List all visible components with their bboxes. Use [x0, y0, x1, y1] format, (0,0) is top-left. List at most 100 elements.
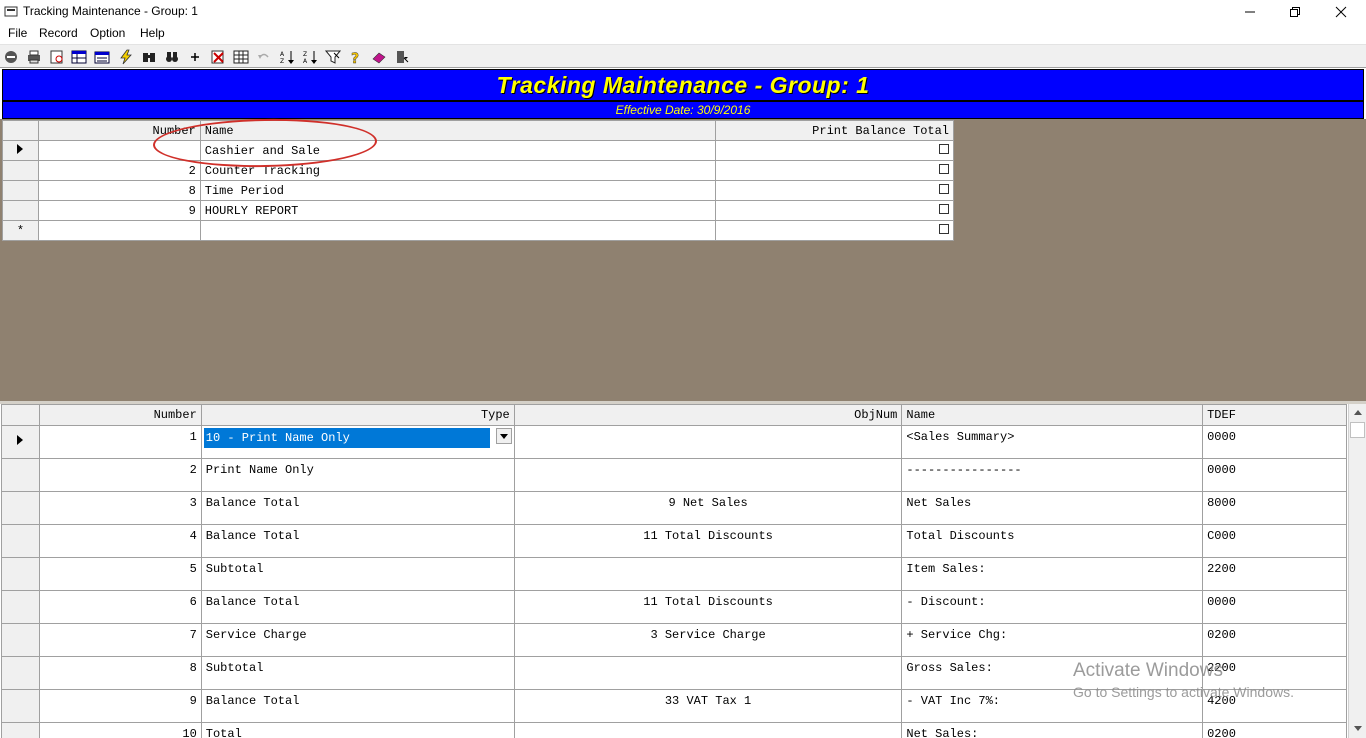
row-selector[interactable]: [1, 491, 40, 525]
table-row[interactable]: Cashier and Sale: [2, 140, 954, 161]
binoculars-icon[interactable]: [163, 48, 181, 66]
menu-help[interactable]: Help: [140, 26, 165, 40]
row-selector[interactable]: [1, 524, 40, 558]
cell-tdef[interactable]: 2200: [1202, 557, 1347, 591]
cell-objnum[interactable]: [513, 557, 903, 591]
table-row[interactable]: 3 Balance Total 9 Net Sales Net Sales 80…: [1, 491, 1347, 525]
column-header-name[interactable]: Name: [199, 120, 717, 141]
cell-type[interactable]: Balance Total: [200, 524, 515, 558]
cell-tdef[interactable]: 8000: [1202, 491, 1347, 525]
column-header-print-balance-total[interactable]: Print Balance Total: [715, 120, 954, 141]
cell-print-balance-total[interactable]: [715, 200, 954, 221]
find-icon[interactable]: [140, 48, 158, 66]
cell-type[interactable]: Balance Total: [200, 689, 515, 723]
menu-file[interactable]: File: [8, 26, 27, 40]
row-selector[interactable]: [1, 458, 40, 492]
cell-objnum[interactable]: 33 VAT Tax 1: [513, 689, 903, 723]
cell-tdef[interactable]: C000: [1202, 524, 1347, 558]
cell-number[interactable]: 8: [38, 656, 202, 690]
cell-name[interactable]: Cashier and Sale: [199, 140, 717, 161]
cell-print-balance-total[interactable]: [715, 160, 954, 181]
undo-icon[interactable]: [255, 48, 273, 66]
cell-name[interactable]: Gross Sales:: [901, 656, 1204, 690]
cell-name[interactable]: Time Period: [199, 180, 717, 201]
column-header-tdef[interactable]: TDEF: [1202, 404, 1347, 426]
cell-number[interactable]: [37, 140, 201, 161]
column-header-name[interactable]: Name: [901, 404, 1204, 426]
row-selector[interactable]: [2, 180, 39, 201]
filter-icon[interactable]: [324, 48, 342, 66]
restore-button[interactable]: [1272, 0, 1318, 24]
cell-number[interactable]: 6: [38, 590, 202, 624]
cell-name[interactable]: Total Discounts: [901, 524, 1204, 558]
cell-objnum[interactable]: [513, 656, 903, 690]
row-selector[interactable]: [1, 623, 40, 657]
cell-objnum[interactable]: [513, 722, 903, 738]
cell-number[interactable]: 2: [38, 458, 202, 492]
print-icon[interactable]: [25, 48, 43, 66]
row-selector[interactable]: [1, 425, 40, 459]
table-row[interactable]: 9 Balance Total 33 VAT Tax 1 - VAT Inc 7…: [1, 689, 1347, 723]
cell-print-balance-total[interactable]: [715, 140, 954, 161]
dropdown-button[interactable]: [495, 428, 512, 444]
help-icon[interactable]: ?: [347, 48, 365, 66]
scroll-down-button[interactable]: [1349, 720, 1366, 737]
eraser-icon[interactable]: [370, 48, 388, 66]
cell-name[interactable]: Counter Tracking: [199, 160, 717, 181]
cell-number[interactable]: 5: [38, 557, 202, 591]
cell-number[interactable]: 4: [38, 524, 202, 558]
cell-type[interactable]: Total: [200, 722, 515, 738]
exit-icon[interactable]: [2, 48, 20, 66]
cell-objnum[interactable]: 11 Total Discounts: [513, 524, 903, 558]
row-selector[interactable]: [1, 557, 40, 591]
scroll-up-button[interactable]: [1349, 404, 1366, 421]
cell-number[interactable]: [37, 220, 201, 241]
print-balance-checkbox[interactable]: [939, 183, 949, 194]
cell-tdef[interactable]: 0000: [1202, 590, 1347, 624]
cell-type[interactable]: Balance Total: [200, 590, 515, 624]
table-row[interactable]: 2 Counter Tracking: [2, 160, 954, 181]
cell-objnum[interactable]: [513, 458, 903, 492]
cell-name[interactable]: Net Sales: [901, 491, 1204, 525]
cell-tdef[interactable]: 0000: [1202, 458, 1347, 492]
grid-icon[interactable]: [232, 48, 250, 66]
row-selector[interactable]: [1, 590, 40, 624]
row-selector[interactable]: [1, 689, 40, 723]
table-row[interactable]: 10 Total Net Sales: 0200: [1, 722, 1347, 738]
cell-type[interactable]: Service Charge: [200, 623, 515, 657]
cell-tdef[interactable]: 0200: [1202, 623, 1347, 657]
add-icon[interactable]: [186, 48, 204, 66]
print-balance-checkbox[interactable]: [939, 203, 949, 214]
cell-number[interactable]: 8: [37, 180, 201, 201]
close-button[interactable]: [1318, 0, 1364, 24]
cell-tdef[interactable]: 2200: [1202, 656, 1347, 690]
row-selector[interactable]: [2, 140, 39, 161]
menu-record[interactable]: Record: [39, 26, 78, 40]
cell-number[interactable]: 1: [38, 425, 202, 459]
cell-tdef[interactable]: 0200: [1202, 722, 1347, 738]
column-header-number[interactable]: Number: [37, 120, 201, 141]
cell-name[interactable]: + Service Chg:: [901, 623, 1204, 657]
table-row[interactable]: 7 Service Charge 3 Service Charge + Serv…: [1, 623, 1347, 657]
row-selector[interactable]: [2, 160, 39, 181]
table-row[interactable]: 1 10 - Print Name Only <Sales Summary> 0…: [1, 425, 1347, 459]
cell-name[interactable]: HOURLY REPORT: [199, 200, 717, 221]
table-view-icon[interactable]: [70, 48, 88, 66]
cell-objnum[interactable]: 11 Total Discounts: [513, 590, 903, 624]
print-balance-checkbox[interactable]: [939, 223, 949, 234]
door-exit-icon[interactable]: [393, 48, 411, 66]
cell-objnum[interactable]: 3 Service Charge: [513, 623, 903, 657]
cell-objnum[interactable]: [513, 425, 903, 459]
column-header-type[interactable]: Type: [200, 404, 515, 426]
table-row[interactable]: 4 Balance Total 11 Total Discounts Total…: [1, 524, 1347, 558]
cell-name[interactable]: Net Sales:: [901, 722, 1204, 738]
delete-icon[interactable]: [209, 48, 227, 66]
lightning-icon[interactable]: [117, 48, 135, 66]
cell-number[interactable]: 2: [37, 160, 201, 181]
table-row[interactable]: 9 HOURLY REPORT: [2, 200, 954, 221]
sort-ascending-icon[interactable]: AZ: [278, 48, 296, 66]
cell-tdef[interactable]: 4200: [1202, 689, 1347, 723]
cell-name[interactable]: ----------------: [901, 458, 1204, 492]
print-balance-checkbox[interactable]: [939, 163, 949, 174]
cell-name[interactable]: [199, 220, 717, 241]
